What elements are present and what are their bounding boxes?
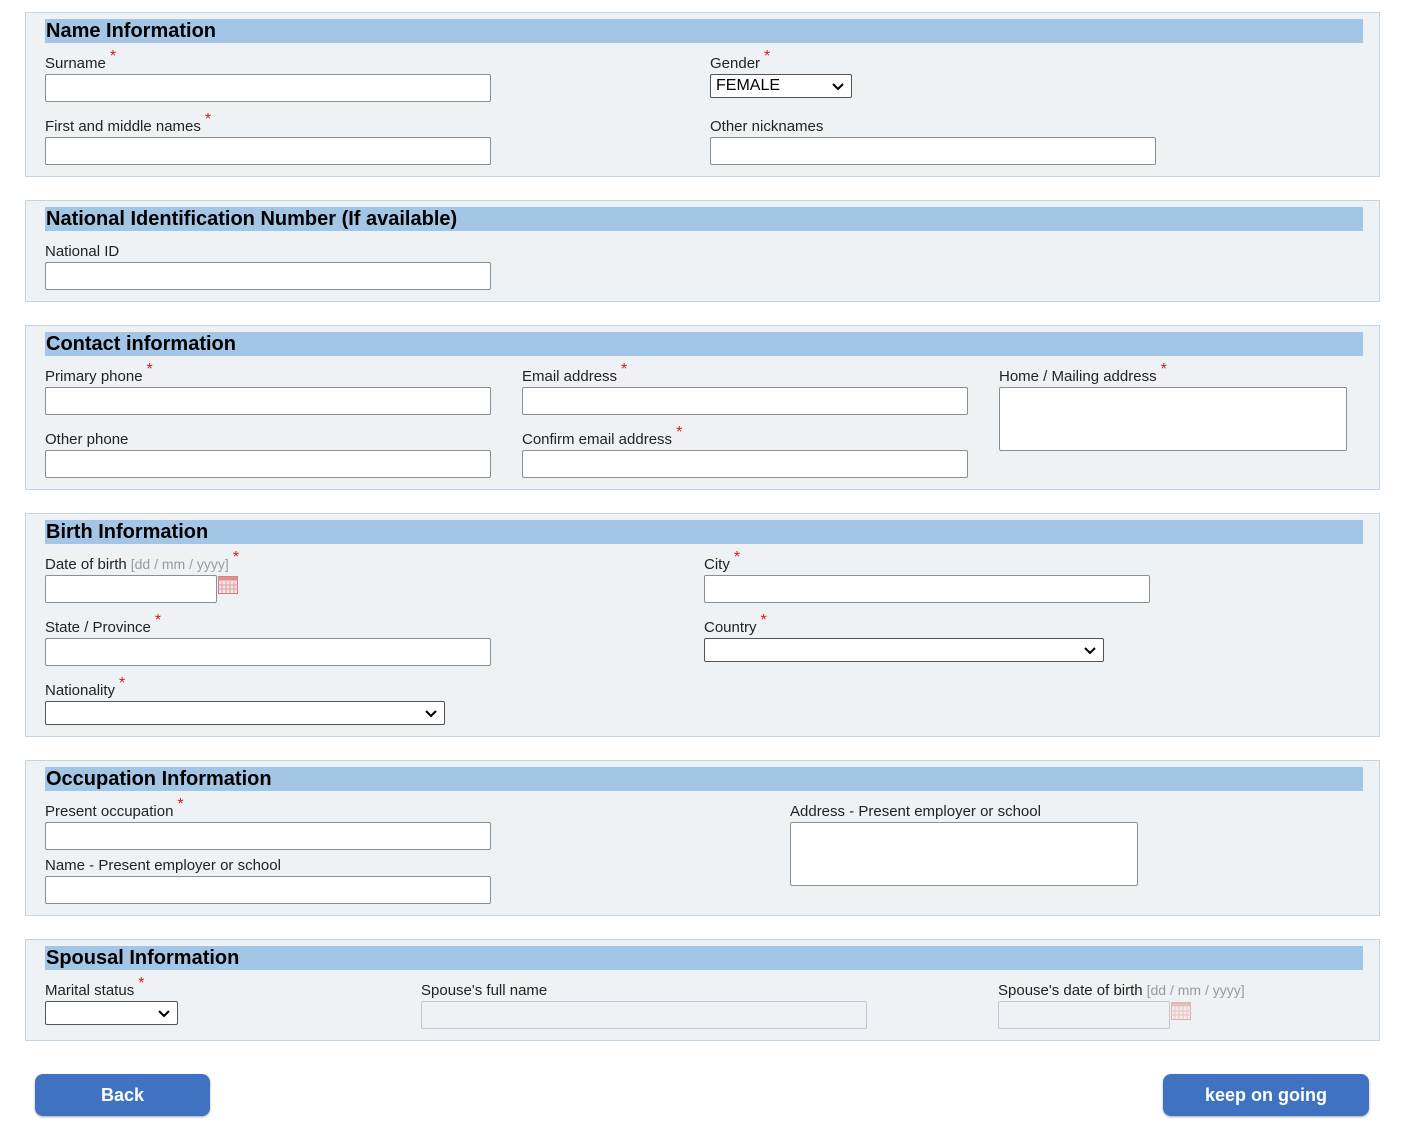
nationality-label: Nationality * — [45, 675, 126, 699]
section-title: Birth Information — [45, 520, 1363, 544]
national-id-input[interactable] — [45, 262, 491, 290]
surname-label: Surname * — [45, 48, 117, 72]
nationality-select[interactable] — [45, 701, 445, 725]
required-marker: * — [138, 975, 145, 992]
email-address-label: Email address * — [522, 361, 628, 385]
date-of-birth-label: Date of birth [dd / mm / yyyy] * — [45, 549, 239, 573]
confirm-email-label: Confirm email address * — [522, 424, 683, 448]
calendar-icon[interactable] — [1171, 1002, 1191, 1020]
state-province-input[interactable] — [45, 638, 491, 666]
present-occupation-input[interactable] — [45, 822, 491, 850]
required-marker: * — [119, 675, 126, 692]
city-label: City * — [704, 549, 741, 573]
gender-label: Gender * — [710, 48, 771, 72]
other-phone-label: Other phone — [45, 431, 129, 448]
primary-phone-input[interactable] — [45, 387, 491, 415]
required-marker: * — [676, 424, 683, 441]
required-marker: * — [760, 612, 767, 629]
gender-select[interactable]: FEMALE — [710, 74, 852, 98]
keep-on-going-button[interactable]: keep on going — [1163, 1074, 1369, 1116]
other-phone-input[interactable] — [45, 450, 491, 478]
required-marker: * — [733, 549, 741, 566]
first-middle-names-label: First and middle names * — [45, 111, 212, 135]
first-middle-names-input[interactable] — [45, 137, 491, 165]
required-marker: * — [232, 549, 239, 566]
section-title: Name Information — [45, 19, 1363, 43]
employer-name-label: Name - Present employer or school — [45, 857, 281, 874]
required-marker: * — [204, 111, 212, 128]
name-information-section: Name Information Surname * Gender * FEMALE… — [25, 12, 1380, 177]
national-id-label: National ID — [45, 243, 120, 260]
date-of-birth-input[interactable] — [45, 575, 217, 603]
gender-select-value: FEMALE — [716, 77, 781, 94]
confirm-email-input[interactable] — [522, 450, 968, 478]
required-marker: * — [764, 48, 771, 65]
city-input[interactable] — [704, 575, 1150, 603]
other-nicknames-label: Other nicknames — [710, 118, 824, 135]
other-nicknames-input[interactable] — [710, 137, 1156, 165]
email-address-input[interactable] — [522, 387, 968, 415]
required-marker: * — [146, 361, 153, 378]
chevron-down-icon — [425, 710, 437, 718]
employer-address-label: Address - Present employer or school — [790, 803, 1041, 820]
employer-name-input[interactable] — [45, 876, 491, 904]
date-format-hint: [dd / mm / yyyy] — [130, 556, 229, 572]
spousal-information-section: Spousal Information Marital status * Spou… — [25, 939, 1380, 1041]
primary-phone-label: Primary phone * — [45, 361, 153, 385]
marital-status-label: Marital status * — [45, 975, 145, 999]
contact-information-section: Contact information Primary phone * Email… — [25, 325, 1380, 490]
spouse-date-of-birth-input[interactable] — [998, 1001, 1170, 1029]
chevron-down-icon — [1084, 647, 1096, 655]
date-format-hint: [dd / mm / yyyy] — [1146, 982, 1245, 998]
required-marker: * — [109, 48, 117, 65]
employer-address-textarea[interactable] — [790, 822, 1138, 886]
country-select[interactable] — [704, 638, 1104, 662]
chevron-down-icon — [158, 1010, 170, 1018]
present-occupation-label: Present occupation * — [45, 796, 184, 820]
marital-status-select[interactable] — [45, 1001, 178, 1025]
home-mailing-address-textarea[interactable] — [999, 387, 1347, 451]
country-label: Country * — [704, 612, 767, 636]
required-marker: * — [177, 796, 184, 813]
section-title: National Identification Number (If avail… — [45, 207, 1363, 231]
section-title: Occupation Information — [45, 767, 1363, 791]
section-title: Spousal Information — [45, 946, 1363, 970]
spouse-date-of-birth-label: Spouse's date of birth [dd / mm / yyyy] — [998, 982, 1245, 999]
birth-information-section: Birth Information Date of birth [dd / mm … — [25, 513, 1380, 737]
section-title: Contact information — [45, 332, 1363, 356]
surname-input[interactable] — [45, 74, 491, 102]
back-button[interactable]: Back — [35, 1074, 210, 1116]
occupation-information-section: Occupation Information Present occupatio… — [25, 760, 1380, 916]
spouse-full-name-input[interactable] — [421, 1001, 867, 1029]
spouse-full-name-label: Spouse's full name — [421, 982, 548, 999]
calendar-icon[interactable] — [218, 576, 238, 594]
national-id-section: National Identification Number (If avail… — [25, 200, 1380, 302]
home-mailing-address-label: Home / Mailing address * — [999, 361, 1167, 385]
required-marker: * — [154, 612, 162, 629]
state-province-label: State / Province * — [45, 612, 162, 636]
chevron-down-icon — [832, 83, 844, 91]
required-marker: * — [621, 361, 628, 378]
required-marker: * — [1160, 361, 1167, 378]
